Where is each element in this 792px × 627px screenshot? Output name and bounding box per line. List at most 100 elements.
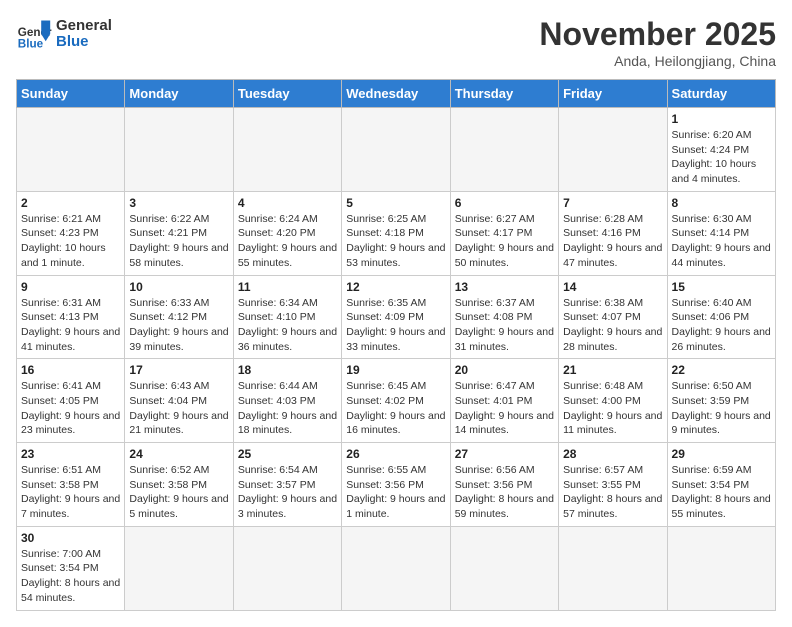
calendar-table: SundayMondayTuesdayWednesdayThursdayFrid… [16,79,776,611]
day-number: 24 [129,447,228,461]
logo: General Blue General Blue [16,16,112,52]
day-number: 25 [238,447,337,461]
calendar-week-row: 23 Sunrise: 6:51 AM Sunset: 3:58 PM Dayli… [17,443,776,527]
day-info: Sunrise: 6:21 AM Sunset: 4:23 PM Dayligh… [21,212,120,271]
day-number: 13 [455,280,554,294]
calendar-cell: 2 Sunrise: 6:21 AM Sunset: 4:23 PM Daylig… [17,191,125,275]
calendar-cell: 3 Sunrise: 6:22 AM Sunset: 4:21 PM Daylig… [125,191,233,275]
day-info: Sunrise: 6:24 AM Sunset: 4:20 PM Dayligh… [238,212,337,271]
calendar-cell [559,526,667,610]
calendar-cell [125,108,233,192]
calendar-cell: 11Sunrise: 6:34 AM Sunset: 4:10 PM Dayli… [233,275,341,359]
calendar-cell: 13 Sunrise: 6:37 AM Sunset: 4:08 PM Dayli… [450,275,558,359]
day-info: Sunrise: 6:45 AM Sunset: 4:02 PM Dayligh… [346,379,445,438]
day-number: 22 [672,363,771,377]
day-number: 28 [563,447,662,461]
calendar-cell: 27 Sunrise: 6:56 AM Sunset: 3:56 PM Dayli… [450,443,558,527]
day-info: Sunrise: 6:44 AM Sunset: 4:03 PM Dayligh… [238,379,337,438]
calendar-cell: 6Sunrise: 6:27 AM Sunset: 4:17 PM Daylig… [450,191,558,275]
day-number: 26 [346,447,445,461]
day-info: Sunrise: 6:52 AM Sunset: 3:58 PM Dayligh… [129,463,228,522]
calendar-cell [342,526,450,610]
calendar-cell: 14Sunrise: 6:38 AM Sunset: 4:07 PM Dayli… [559,275,667,359]
day-info: Sunrise: 6:30 AM Sunset: 4:14 PM Dayligh… [672,212,771,271]
day-number: 7 [563,196,662,210]
day-info: Sunrise: 6:37 AM Sunset: 4:08 PM Dayligh… [455,296,554,355]
day-number: 30 [21,531,120,545]
day-info: Sunrise: 6:51 AM Sunset: 3:58 PM Dayligh… [21,463,120,522]
calendar-cell [450,526,558,610]
day-info: Sunrise: 6:22 AM Sunset: 4:21 PM Dayligh… [129,212,228,271]
calendar-cell: 26Sunrise: 6:55 AM Sunset: 3:56 PM Dayli… [342,443,450,527]
calendar-cell: 7 Sunrise: 6:28 AM Sunset: 4:16 PM Daylig… [559,191,667,275]
calendar-cell [233,108,341,192]
title-area: November 2025 Anda, Heilongjiang, China [539,16,776,69]
calendar-cell: 20 Sunrise: 6:47 AM Sunset: 4:01 PM Dayli… [450,359,558,443]
day-info: Sunrise: 6:31 AM Sunset: 4:13 PM Dayligh… [21,296,120,355]
calendar-cell: 24 Sunrise: 6:52 AM Sunset: 3:58 PM Dayli… [125,443,233,527]
calendar-cell: 12 Sunrise: 6:35 AM Sunset: 4:09 PM Dayli… [342,275,450,359]
calendar-cell: 23 Sunrise: 6:51 AM Sunset: 3:58 PM Dayli… [17,443,125,527]
calendar-cell: 1Sunrise: 6:20 AM Sunset: 4:24 PM Daylig… [667,108,775,192]
day-info: Sunrise: 6:48 AM Sunset: 4:00 PM Dayligh… [563,379,662,438]
day-info: Sunrise: 6:40 AM Sunset: 4:06 PM Dayligh… [672,296,771,355]
calendar-week-row: 9Sunrise: 6:31 AM Sunset: 4:13 PM Daylig… [17,275,776,359]
calendar-week-row: 2 Sunrise: 6:21 AM Sunset: 4:23 PM Daylig… [17,191,776,275]
calendar-cell: 10 Sunrise: 6:33 AM Sunset: 4:12 PM Dayli… [125,275,233,359]
day-number: 3 [129,196,228,210]
calendar-cell [17,108,125,192]
day-info: Sunrise: 6:38 AM Sunset: 4:07 PM Dayligh… [563,296,662,355]
weekday-header: Thursday [450,80,558,108]
day-info: Sunrise: 6:33 AM Sunset: 4:12 PM Dayligh… [129,296,228,355]
day-info: Sunrise: 6:28 AM Sunset: 4:16 PM Dayligh… [563,212,662,271]
day-number: 10 [129,280,228,294]
day-number: 8 [672,196,771,210]
weekday-header: Monday [125,80,233,108]
day-number: 27 [455,447,554,461]
weekday-header: Tuesday [233,80,341,108]
weekday-header: Saturday [667,80,775,108]
calendar-cell: 9Sunrise: 6:31 AM Sunset: 4:13 PM Daylig… [17,275,125,359]
weekday-header-row: SundayMondayTuesdayWednesdayThursdayFrid… [17,80,776,108]
logo-icon: General Blue [16,16,52,52]
calendar-cell: 21 Sunrise: 6:48 AM Sunset: 4:00 PM Dayli… [559,359,667,443]
day-info: Sunrise: 6:20 AM Sunset: 4:24 PM Dayligh… [672,128,771,187]
day-info: Sunrise: 6:43 AM Sunset: 4:04 PM Dayligh… [129,379,228,438]
day-info: Sunrise: 6:34 AM Sunset: 4:10 PM Dayligh… [238,296,337,355]
day-number: 16 [21,363,120,377]
day-info: Sunrise: 6:57 AM Sunset: 3:55 PM Dayligh… [563,463,662,522]
calendar-cell [125,526,233,610]
weekday-header: Sunday [17,80,125,108]
calendar-cell: 22 Sunrise: 6:50 AM Sunset: 3:59 PM Dayli… [667,359,775,443]
day-info: Sunrise: 6:50 AM Sunset: 3:59 PM Dayligh… [672,379,771,438]
day-info: Sunrise: 6:25 AM Sunset: 4:18 PM Dayligh… [346,212,445,271]
calendar-cell: 29 Sunrise: 6:59 AM Sunset: 3:54 PM Dayli… [667,443,775,527]
calendar-cell: 16Sunrise: 6:41 AM Sunset: 4:05 PM Dayli… [17,359,125,443]
day-number: 23 [21,447,120,461]
day-number: 21 [563,363,662,377]
day-number: 17 [129,363,228,377]
location: Anda, Heilongjiang, China [539,53,776,69]
calendar-cell: 30 Sunrise: 7:00 AM Sunset: 3:54 PM Dayli… [17,526,125,610]
day-info: Sunrise: 6:54 AM Sunset: 3:57 PM Dayligh… [238,463,337,522]
day-number: 2 [21,196,120,210]
day-number: 20 [455,363,554,377]
calendar-cell: 8 Sunrise: 6:30 AM Sunset: 4:14 PM Daylig… [667,191,775,275]
calendar-cell: 17 Sunrise: 6:43 AM Sunset: 4:04 PM Dayli… [125,359,233,443]
day-info: Sunrise: 7:00 AM Sunset: 3:54 PM Dayligh… [21,547,120,606]
calendar-cell [559,108,667,192]
day-info: Sunrise: 6:59 AM Sunset: 3:54 PM Dayligh… [672,463,771,522]
calendar-cell [342,108,450,192]
logo-general: General [56,18,112,35]
calendar-week-row: 1Sunrise: 6:20 AM Sunset: 4:24 PM Daylig… [17,108,776,192]
day-info: Sunrise: 6:27 AM Sunset: 4:17 PM Dayligh… [455,212,554,271]
day-info: Sunrise: 6:47 AM Sunset: 4:01 PM Dayligh… [455,379,554,438]
calendar-cell: 18 Sunrise: 6:44 AM Sunset: 4:03 PM Dayli… [233,359,341,443]
day-number: 4 [238,196,337,210]
day-info: Sunrise: 6:35 AM Sunset: 4:09 PM Dayligh… [346,296,445,355]
day-number: 12 [346,280,445,294]
day-info: Sunrise: 6:56 AM Sunset: 3:56 PM Dayligh… [455,463,554,522]
day-number: 15 [672,280,771,294]
day-number: 18 [238,363,337,377]
day-number: 29 [672,447,771,461]
